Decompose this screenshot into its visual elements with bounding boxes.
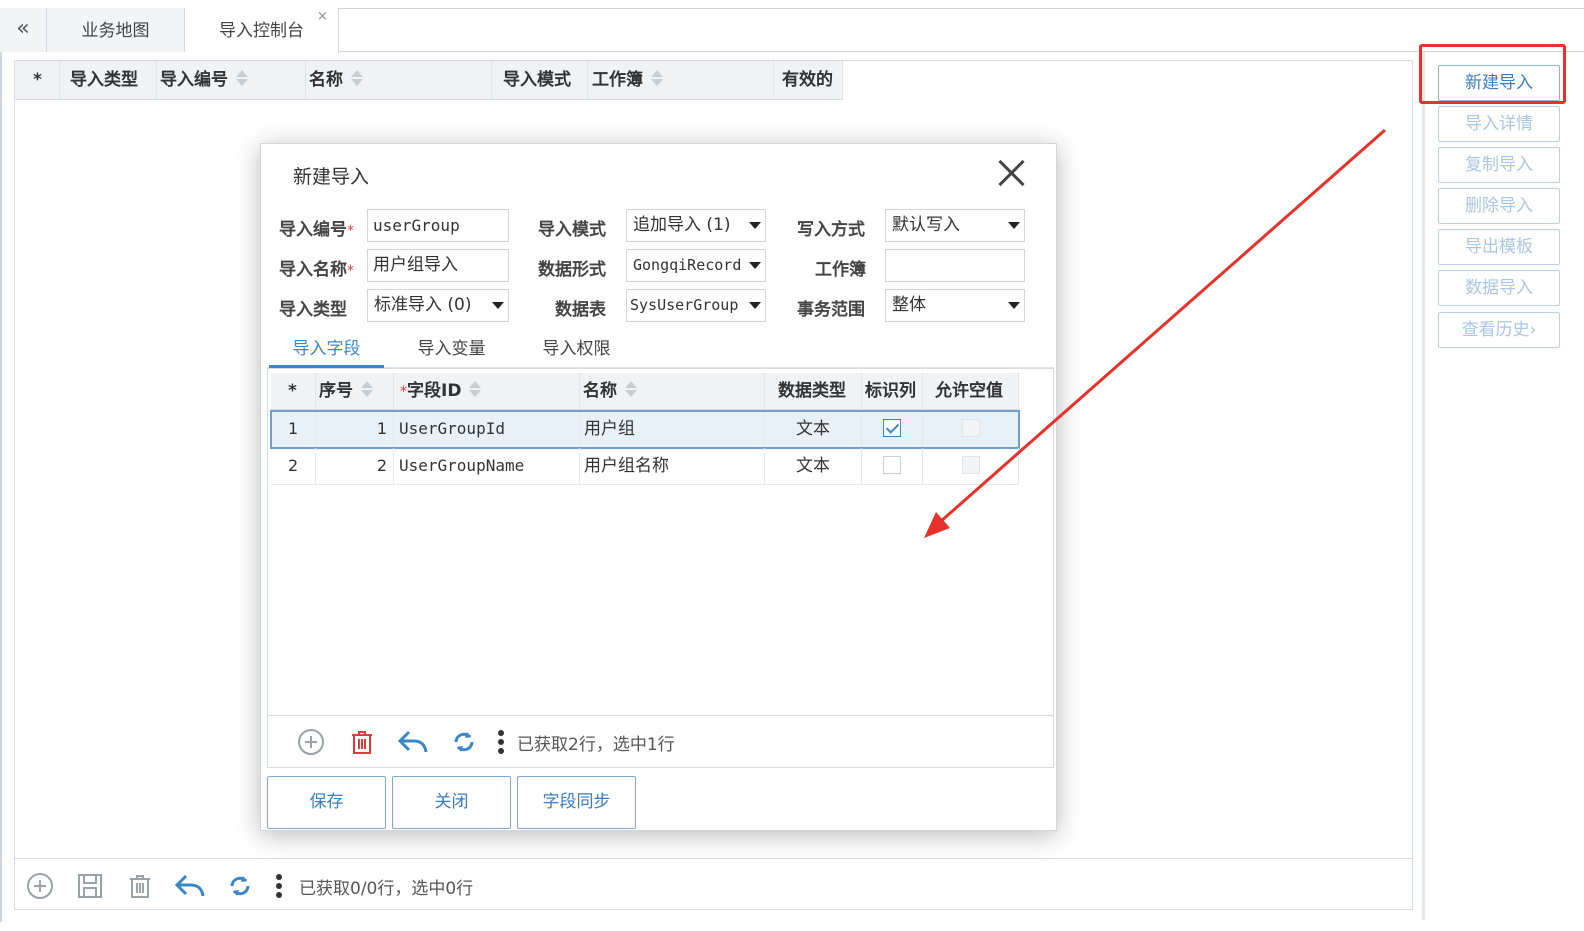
annotation-arrow xyxy=(924,128,1386,538)
